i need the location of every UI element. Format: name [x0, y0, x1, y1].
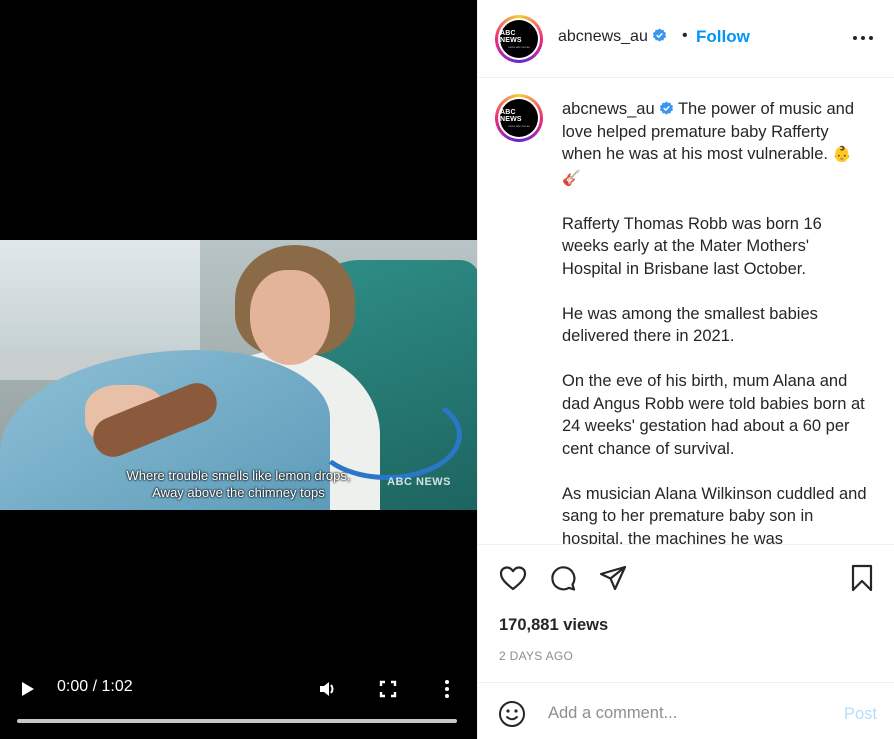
caption-text: abcnews_au The power of music and love h…: [562, 98, 872, 544]
header-separator: •: [682, 27, 688, 44]
more-vertical-icon[interactable]: [440, 679, 460, 699]
comment-input[interactable]: [548, 695, 818, 731]
comment-icon[interactable]: [548, 563, 578, 593]
avatar[interactable]: ABC NEWS news.abc.net.au: [495, 15, 543, 63]
caption-username[interactable]: abcnews_au: [562, 100, 655, 118]
caption-paragraph-2: Rafferty Thomas Robb was born 16 weeks e…: [562, 214, 822, 278]
video-controls: 0:00 / 1:02: [0, 668, 477, 739]
header-username[interactable]: abcnews_au: [558, 28, 667, 46]
post-comment-button[interactable]: Post: [844, 705, 877, 724]
caption-avatar[interactable]: ABC NEWS news.abc.net.au: [495, 94, 543, 142]
fullscreen-icon[interactable]: [378, 679, 398, 699]
header-username-text[interactable]: abcnews_au: [558, 28, 648, 45]
avatar-logo-subtext: news.abc.net.au: [508, 44, 530, 49]
post-sidebar: ABC NEWS news.abc.net.au abcnews_au • Fo…: [477, 0, 894, 739]
video-frame[interactable]: Where trouble smells like lemon drops, A…: [0, 240, 477, 510]
heart-icon[interactable]: [498, 563, 528, 593]
emoji-smiley-icon[interactable]: [498, 700, 526, 728]
caption-area[interactable]: ABC NEWS news.abc.net.au abcnews_au The …: [478, 78, 894, 544]
video-progress-bar[interactable]: [17, 719, 457, 723]
follow-button[interactable]: Follow: [696, 27, 750, 47]
view-count[interactable]: 170,881 views: [499, 616, 608, 635]
verified-badge-icon: [652, 28, 666, 42]
volume-icon[interactable]: [317, 679, 337, 699]
avatar-logo-text: ABC NEWS: [500, 29, 522, 44]
caption-avatar-logo-subtext: news.abc.net.au: [508, 123, 530, 128]
share-icon[interactable]: [598, 563, 628, 593]
video-scene-window: [0, 240, 200, 360]
video-time: 0:00 / 1:02: [57, 678, 133, 695]
bookmark-icon[interactable]: [847, 563, 877, 593]
post-date[interactable]: 2 DAYS AGO: [499, 649, 573, 663]
video-watermark: ABC NEWS: [387, 476, 451, 488]
comment-bar: Post: [478, 682, 894, 739]
caption-paragraph-3: He was among the smallest babies deliver…: [562, 304, 818, 346]
video-scene-tube: [312, 390, 462, 480]
caption-paragraph-4: On the eve of his birth, mum Alana and d…: [562, 372, 865, 458]
verified-badge-icon: [659, 101, 673, 115]
caption-paragraph-5: As musician Alana Wilkinson cuddled and …: [562, 484, 867, 545]
more-options-icon[interactable]: [851, 30, 875, 46]
video-player[interactable]: Where trouble smells like lemon drops, A…: [0, 0, 477, 739]
post-actions: 170,881 views 2 DAYS AGO: [478, 544, 894, 682]
caption-avatar-logo-text: ABC NEWS: [500, 108, 522, 123]
post-header: ABC NEWS news.abc.net.au abcnews_au • Fo…: [478, 0, 894, 78]
play-icon[interactable]: [18, 680, 36, 698]
video-scene-face: [250, 270, 330, 365]
